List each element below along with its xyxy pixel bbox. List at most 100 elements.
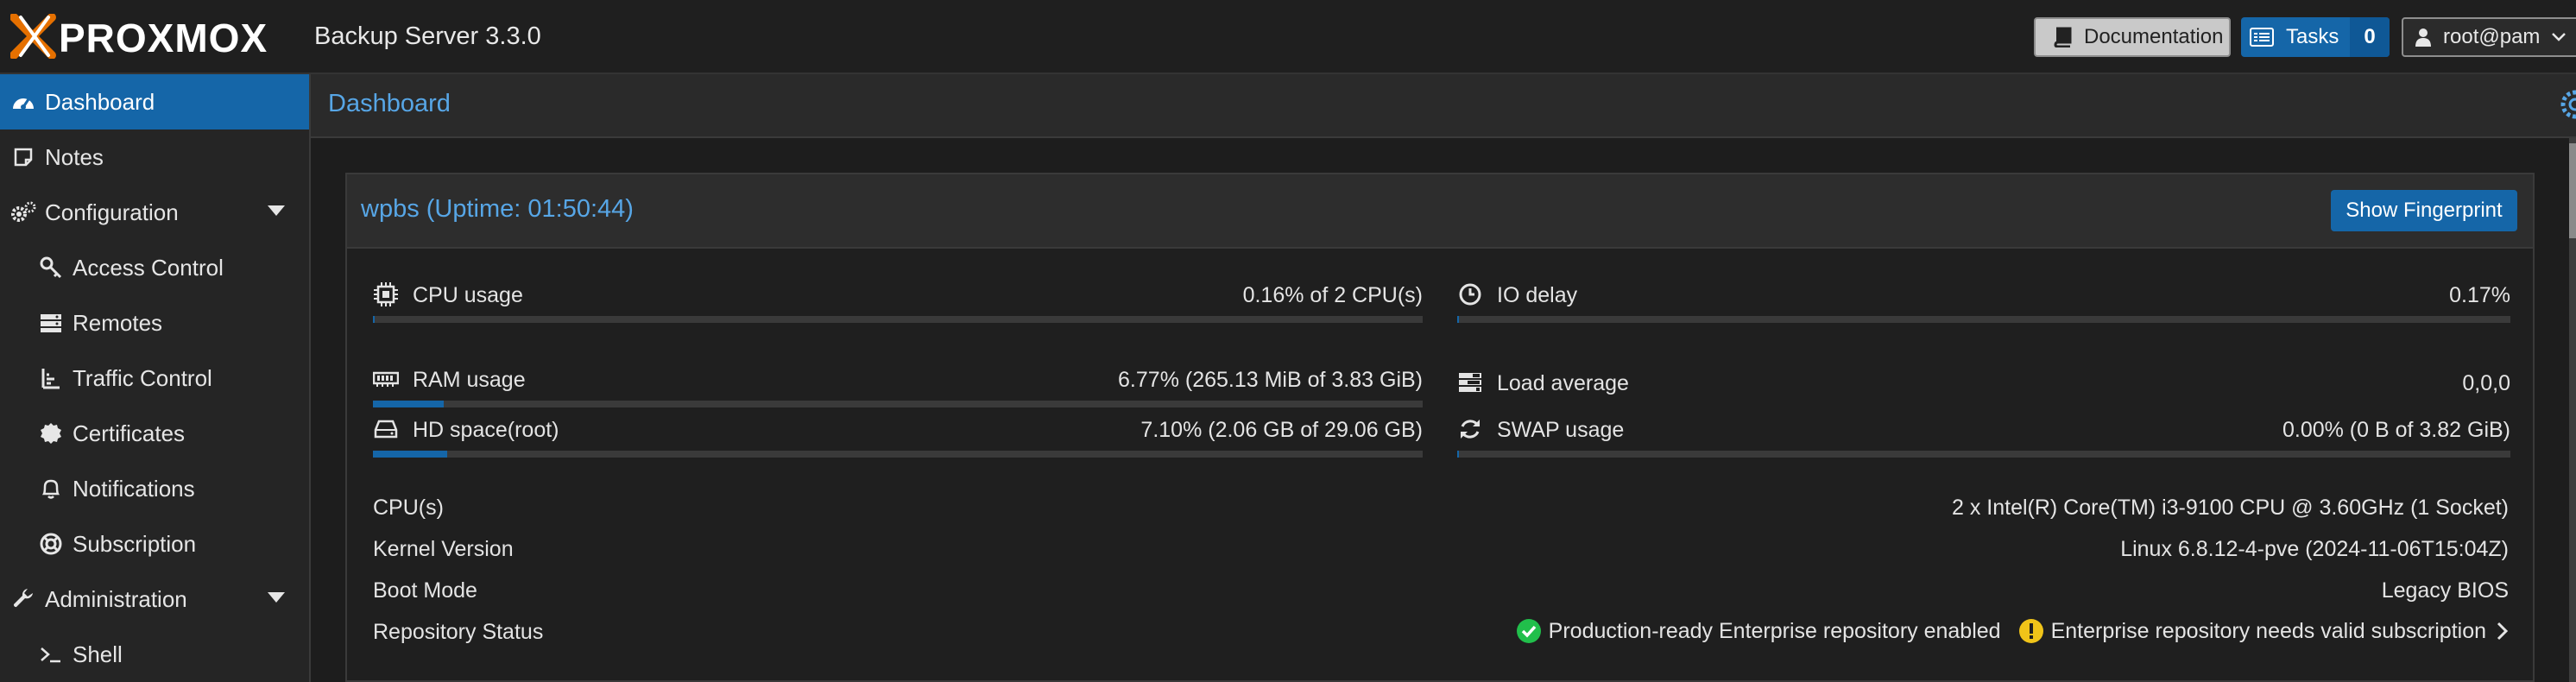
repo-ok-text: Production-ready Enterprise repository e… (1548, 618, 2001, 643)
cpu-usage-bar (373, 316, 1423, 323)
repository-status-label: Repository Status (373, 620, 544, 644)
ram-usage-stat: RAM usage 6.77% (265.13 MiB of 3.83 GiB) (373, 364, 1423, 416)
panel-header: wpbs (Uptime: 01:50:44) Show Fingerprint (347, 174, 2533, 249)
sidebar-item-configuration[interactable]: Configuration (0, 185, 309, 240)
top-bar: PROXMOX Backup Server 3.3.0 Documentatio… (0, 0, 2576, 74)
show-fingerprint-button[interactable]: Show Fingerprint (2331, 190, 2517, 231)
load-average-value: 0,0,0 (2462, 371, 2510, 395)
repo-warning-text: Enterprise repository needs valid subscr… (2050, 618, 2486, 643)
boot-mode-label: Boot Mode (373, 578, 477, 603)
tasks-button[interactable]: Tasks 0 (2241, 17, 2390, 57)
node-status-panel: wpbs (Uptime: 01:50:44) Show Fingerprint… (345, 173, 2535, 682)
tasks-icon (1459, 373, 1481, 392)
sidebar-item-label: Administration (45, 585, 187, 612)
memory-icon (373, 371, 399, 387)
repository-status-value[interactable]: Production-ready Enterprise repository e… (1516, 618, 2509, 644)
ram-usage-label: RAM usage (413, 368, 526, 392)
list-icon (2250, 28, 2274, 47)
sidebar-item-certificates[interactable]: Certificates (0, 406, 309, 461)
check-circle-icon (1516, 619, 1541, 643)
server-icon (38, 310, 64, 336)
caret-down-icon[interactable] (268, 592, 285, 603)
cpus-value: 2 x Intel(R) Core(TM) i3-9100 CPU @ 3.60… (1951, 496, 2509, 520)
hd-space-value: 7.10% (2.06 GB of 29.06 GB) (1140, 418, 1423, 442)
load-average-stat: Load average 0,0,0 (1457, 368, 2510, 420)
sidebar-item-label: Notifications (73, 475, 195, 502)
cpus-label: CPU(s) (373, 496, 444, 520)
boot-mode-value: Legacy BIOS (2381, 578, 2509, 603)
io-delay-value: 0.17% (2449, 283, 2510, 307)
swap-usage-label: SWAP usage (1497, 418, 1625, 442)
ram-usage-bar (373, 401, 1423, 407)
product-name: Backup Server 3.3.0 (314, 22, 541, 50)
sidebar-item-label: Certificates (73, 420, 186, 446)
sidebar-item-label: Subscription (73, 530, 197, 557)
scrollbar-thumb[interactable] (2569, 143, 2576, 238)
note-icon (10, 144, 36, 170)
sidebar-item-label: Shell (73, 641, 123, 667)
content-header: Dashboard (311, 74, 2576, 138)
logo-text: PROXMOX (59, 16, 268, 59)
swap-usage-bar (1457, 451, 2510, 458)
io-delay-stat: IO delay 0.17% (1457, 280, 2510, 332)
sidebar-item-label: Configuration (45, 199, 179, 225)
clock-icon (1459, 283, 1481, 306)
sidebar-item-administration[interactable]: Administration (0, 571, 309, 627)
sidebar-item-remotes[interactable]: Remotes (0, 295, 309, 350)
sidebar-item-shell[interactable]: Shell (0, 627, 309, 682)
wrench-icon (10, 586, 36, 612)
sidebar-item-label: Dashboard (45, 88, 155, 115)
chevron-right-icon (2497, 622, 2509, 641)
refresh-icon (1461, 420, 1480, 439)
sidebar-item-label: Traffic Control (73, 364, 212, 391)
dashboard-icon (10, 89, 36, 115)
hd-space-bar (373, 451, 1423, 458)
sidebar-item-subscription[interactable]: Subscription (0, 516, 309, 571)
sidebar-item-label: Remotes (73, 309, 163, 336)
main-content: Dashboard wpbs (Uptime: 01:50:44) Show F… (311, 74, 2576, 682)
hd-space-label: HD space(root) (413, 418, 559, 442)
panel-title: wpbs (Uptime: 01:50:44) (361, 195, 634, 223)
cpu-usage-label: CPU usage (413, 283, 523, 307)
cpu-usage-stat: CPU usage 0.16% of 2 CPU(s) (373, 280, 1423, 332)
sidebar-item-dashboard[interactable]: Dashboard (0, 74, 309, 129)
gear-icon[interactable] (2559, 88, 2576, 121)
swap-usage-value: 0.00% (0 B of 3.82 GiB) (2282, 418, 2510, 442)
load-average-label: Load average (1497, 371, 1629, 395)
cogs-icon (10, 199, 36, 225)
warning-circle-icon (2018, 619, 2043, 643)
io-delay-bar-fill (1457, 316, 1460, 323)
key-icon (38, 255, 64, 281)
sidebar-item-label: Notes (45, 143, 104, 170)
sidebar-item-label: Access Control (73, 254, 224, 281)
hd-space-stat: HD space(root) 7.10% (2.06 GB of 29.06 G… (373, 414, 1423, 466)
sidebar-item-access-control[interactable]: Access Control (0, 240, 309, 295)
certificate-icon (38, 420, 64, 446)
ram-usage-bar-fill (373, 401, 445, 407)
caret-down-icon[interactable] (268, 205, 285, 216)
cpu-icon (374, 282, 398, 306)
hdd-icon (374, 420, 398, 439)
chevron-down-icon (2552, 33, 2567, 41)
kernel-version-value: Linux 6.8.12-4-pve (2024-11-06T15:04Z) (2120, 537, 2509, 561)
swap-usage-bar-fill (1457, 451, 1459, 458)
cpu-usage-value: 0.16% of 2 CPU(s) (1242, 283, 1423, 307)
sidebar-item-traffic-control[interactable]: Traffic Control (0, 350, 309, 406)
sidebar-item-notifications[interactable]: Notifications (0, 461, 309, 516)
terminal-icon (38, 641, 64, 667)
tasks-count-badge: 0 (2350, 17, 2390, 57)
bell-icon (38, 476, 64, 502)
user-menu-button[interactable]: root@pam (2402, 17, 2576, 57)
io-delay-bar (1457, 316, 2510, 323)
sidebar-item-notes[interactable]: Notes (0, 129, 309, 185)
lifebuoy-icon (38, 531, 64, 557)
documentation-button[interactable]: Documentation (2034, 17, 2231, 57)
sidebar: Dashboard Notes Configuration Access Con… (0, 74, 311, 682)
cpu-usage-bar-fill (373, 316, 375, 323)
user-label: root@pam (2443, 25, 2541, 48)
documentation-label: Documentation (2084, 25, 2224, 48)
io-delay-label: IO delay (1497, 283, 1578, 307)
book-icon (2054, 27, 2072, 47)
traffic-icon (38, 365, 64, 391)
proxmox-logo[interactable]: PROXMOX (10, 14, 304, 59)
